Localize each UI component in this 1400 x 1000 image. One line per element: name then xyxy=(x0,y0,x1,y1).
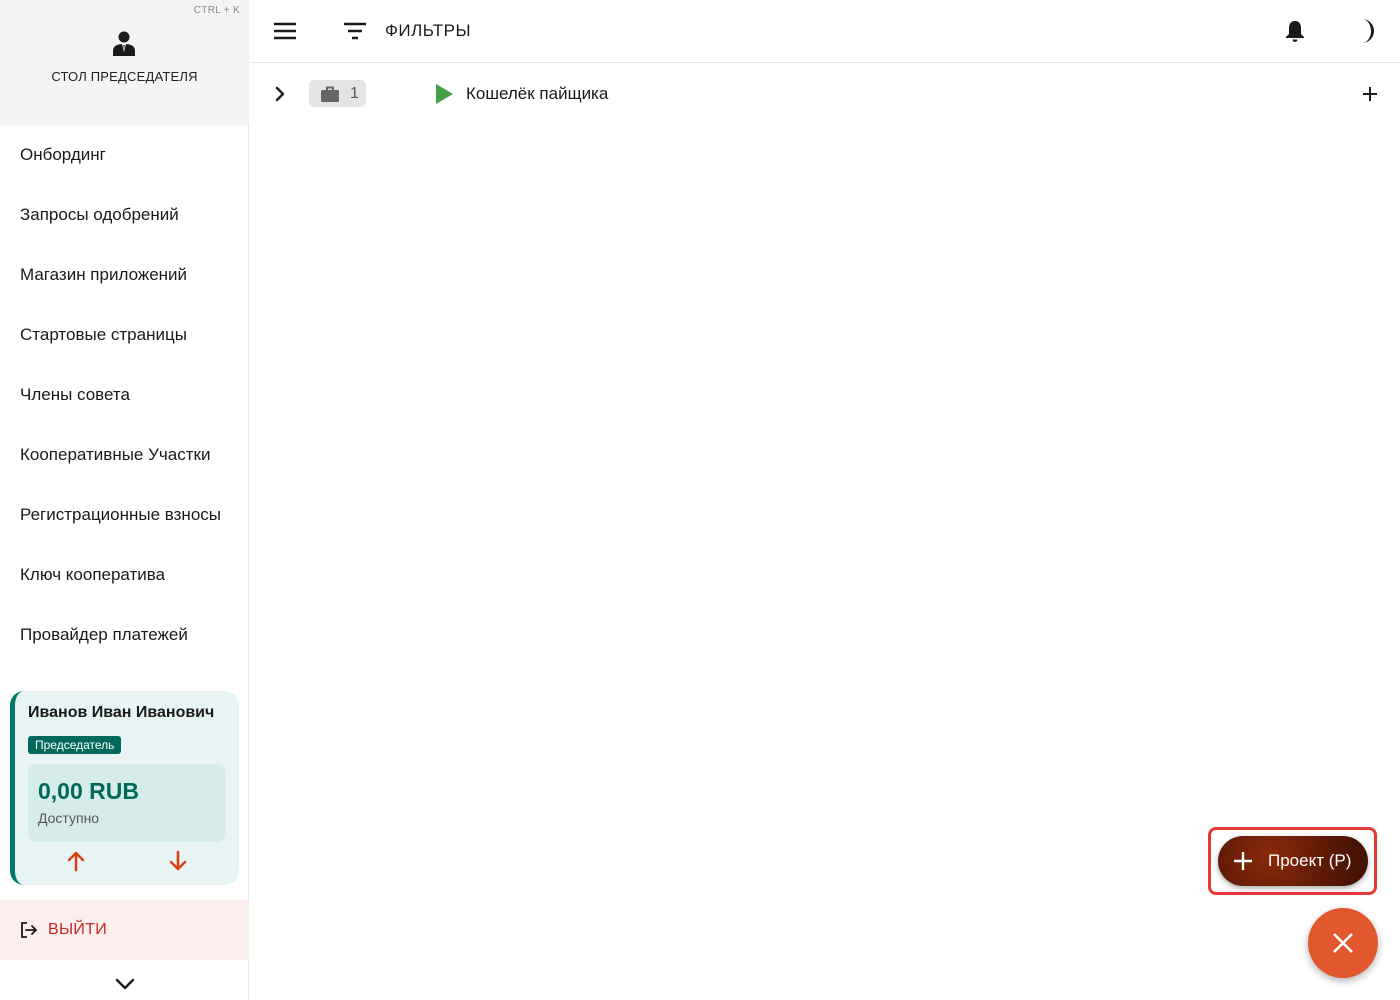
balance-amount: 0,00 RUB xyxy=(38,778,139,804)
sidebar-item-start-pages[interactable]: Стартовые страницы xyxy=(0,305,249,365)
plus-icon xyxy=(1234,852,1252,870)
balance-box: 0,00 RUB Доступно xyxy=(28,764,226,842)
sidebar-item-cooperative-key[interactable]: Ключ кооператива xyxy=(0,545,249,605)
close-fab-button[interactable] xyxy=(1308,908,1378,978)
filters-button[interactable]: ФИЛЬТРЫ xyxy=(385,21,471,41)
chairman-icon xyxy=(113,31,135,56)
count-chip: 1 xyxy=(309,80,366,107)
shortcut-hint: CTRL + K xyxy=(193,5,240,16)
sidebar: CTRL + K СТОЛ ПРЕДСЕДАТЕЛЯ Онбординг Зап… xyxy=(0,0,249,1000)
sidebar-header[interactable]: CTRL + K СТОЛ ПРЕДСЕДАТЕЛЯ xyxy=(0,0,249,125)
add-icon[interactable] xyxy=(1358,82,1382,106)
sidebar-item-registration-fees[interactable]: Регистрационные взносы xyxy=(0,485,249,545)
sidebar-item-approval-requests[interactable]: Запросы одобрений xyxy=(0,185,249,245)
logout-icon xyxy=(21,922,37,938)
role-badge: Председатель xyxy=(28,736,122,754)
balance-label: Доступно xyxy=(38,810,100,826)
chevron-right-icon[interactable] xyxy=(270,82,290,106)
user-name: Иванов Иван Иванович xyxy=(28,704,215,721)
count-value: 1 xyxy=(350,84,359,102)
logout-label: ВЫЙТИ xyxy=(48,921,108,938)
sidebar-item-cooperative-plots[interactable]: Кооперативные Участки xyxy=(0,425,249,485)
user-card: Иванов Иван Иванович Председатель 0,00 R… xyxy=(10,691,239,885)
sidebar-item-council-members[interactable]: Члены совета xyxy=(0,365,249,425)
dark-mode-icon[interactable] xyxy=(1352,17,1378,45)
close-icon xyxy=(1333,933,1353,953)
topbar: ФИЛЬТРЫ xyxy=(250,0,1400,63)
row-title[interactable]: Кошелёк пайщика xyxy=(466,84,608,104)
arrow-down-icon[interactable] xyxy=(166,849,190,873)
filter-icon[interactable] xyxy=(342,19,368,43)
desk-title: СТОЛ ПРЕДСЕДАТЕЛЯ xyxy=(51,69,198,84)
bell-icon[interactable] xyxy=(1284,19,1306,43)
project-button-label: Проект (P) xyxy=(1268,851,1352,870)
sidebar-item-payment-provider[interactable]: Провайдер платежей xyxy=(0,605,249,665)
sidebar-menu: Онбординг Запросы одобрений Магазин прил… xyxy=(0,125,249,665)
logout-button[interactable]: ВЫЙТИ xyxy=(0,900,249,960)
sidebar-item-onboarding[interactable]: Онбординг xyxy=(0,125,249,185)
list-row: 1 Кошелёк пайщика xyxy=(250,64,1400,124)
add-project-button[interactable]: Проект (P) xyxy=(1218,836,1368,886)
menu-icon[interactable] xyxy=(272,19,298,43)
arrow-up-icon[interactable] xyxy=(64,849,88,873)
sidebar-item-app-store[interactable]: Магазин приложений xyxy=(0,245,249,305)
play-icon[interactable] xyxy=(433,82,455,106)
briefcase-icon xyxy=(321,86,339,102)
chevron-down-icon[interactable] xyxy=(112,972,138,996)
